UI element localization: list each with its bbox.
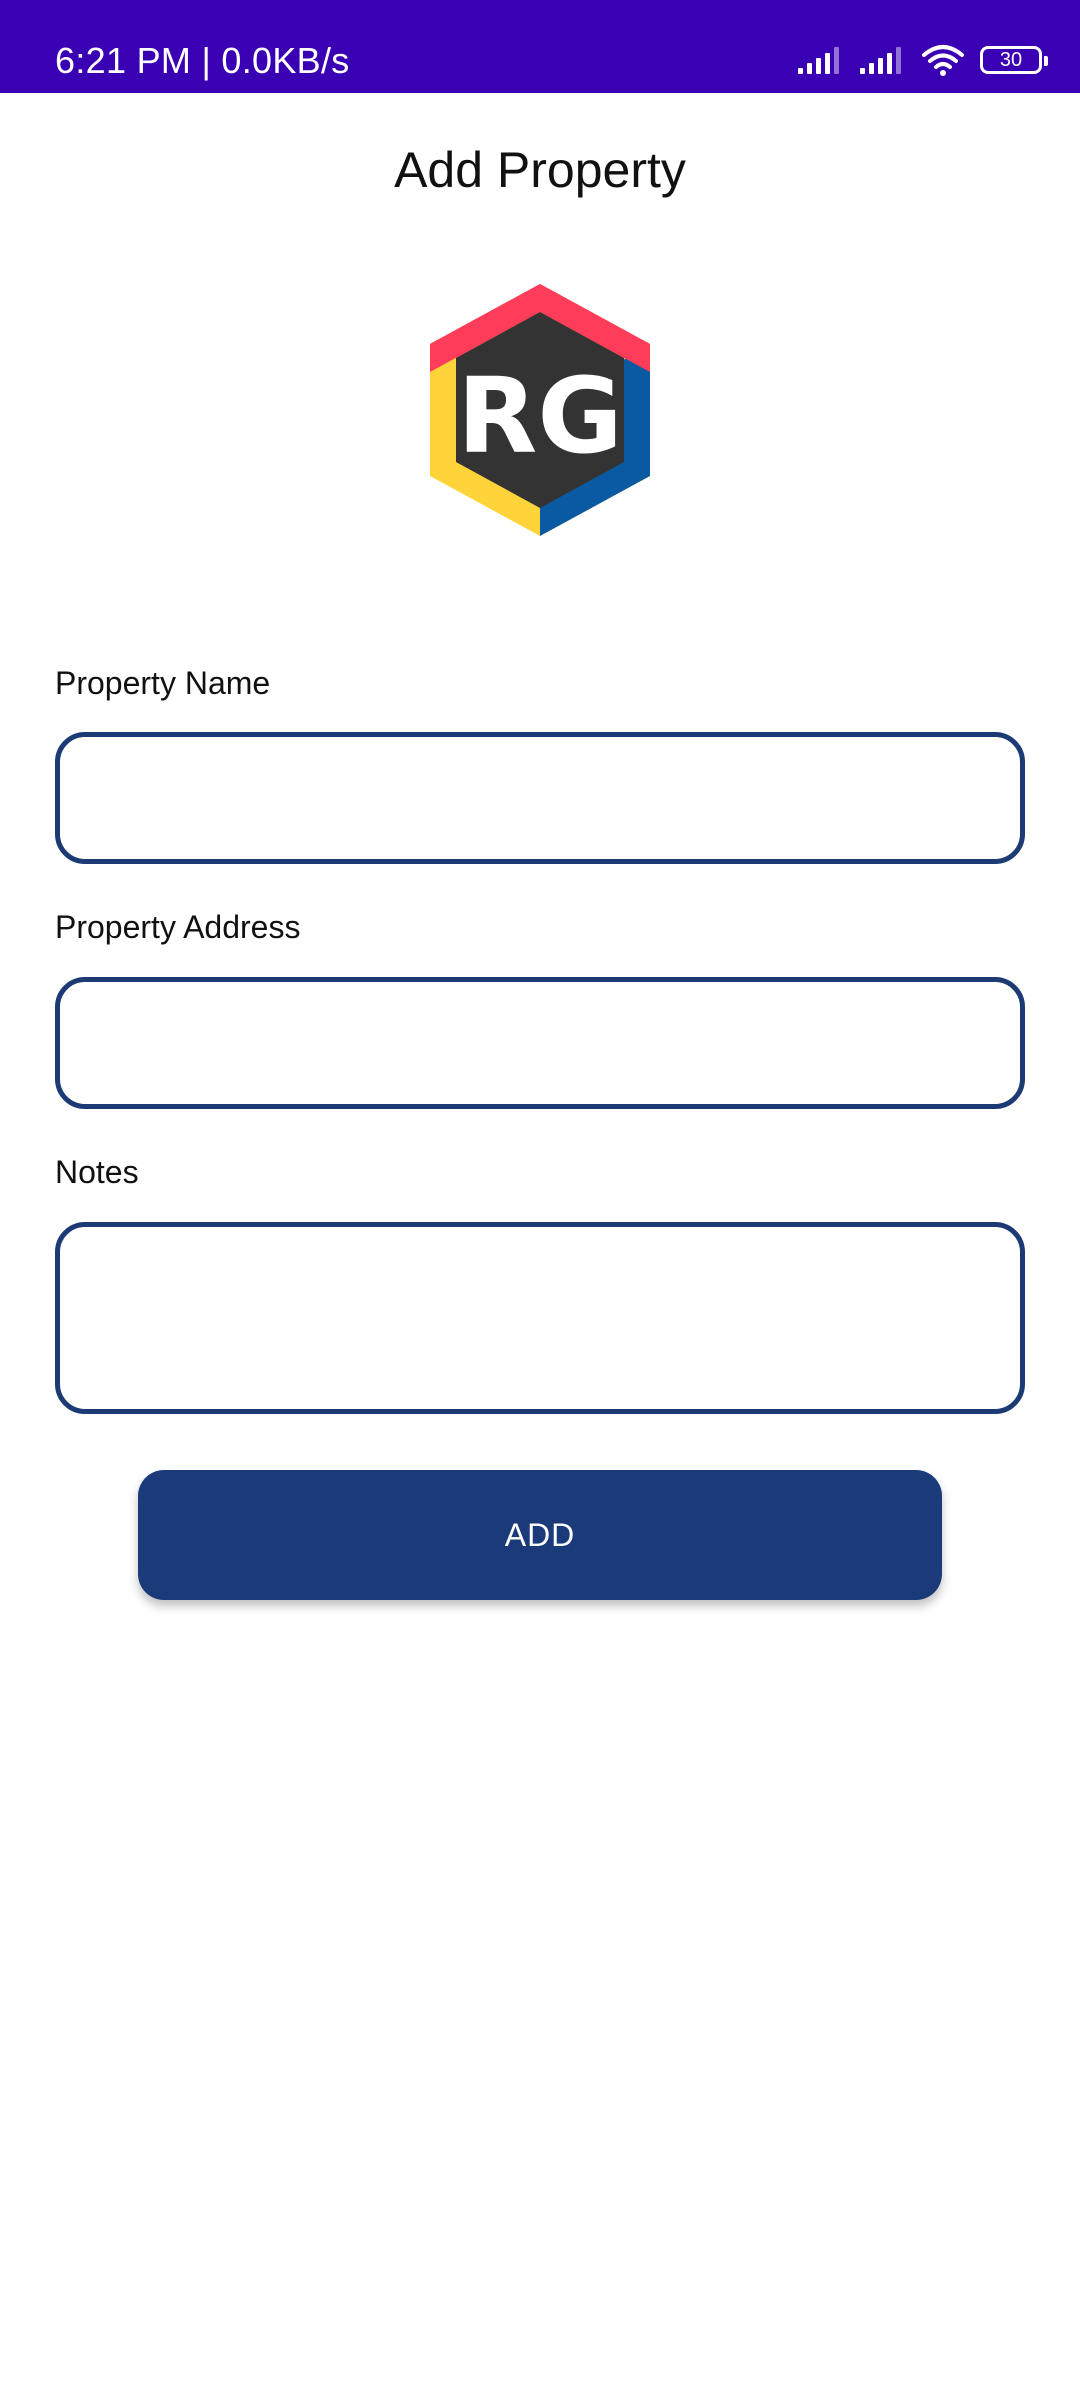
app-logo: RG xyxy=(430,284,650,536)
battery-level: 30 xyxy=(999,48,1023,71)
status-time: 6:21 PM | 0.0KB/s xyxy=(55,40,350,81)
add-button[interactable]: ADD xyxy=(138,1470,942,1600)
notes-label: Notes xyxy=(55,1154,139,1190)
status-bar: 6:21 PM | 0.0KB/s 30 xyxy=(0,0,1080,93)
property-address-input[interactable] xyxy=(55,977,1025,1109)
status-icons: 30 xyxy=(796,40,1048,80)
battery-icon: 30 xyxy=(980,46,1048,74)
logo-text: RG xyxy=(457,355,622,477)
page-title: Add Property xyxy=(394,142,686,198)
signal-icon xyxy=(798,47,839,74)
property-name-label: Property Name xyxy=(55,665,271,701)
wifi-icon xyxy=(922,45,964,76)
signal-icon xyxy=(860,47,901,74)
notes-input[interactable] xyxy=(55,1222,1025,1414)
property-address-label: Property Address xyxy=(55,909,301,945)
property-name-input[interactable] xyxy=(55,732,1025,864)
